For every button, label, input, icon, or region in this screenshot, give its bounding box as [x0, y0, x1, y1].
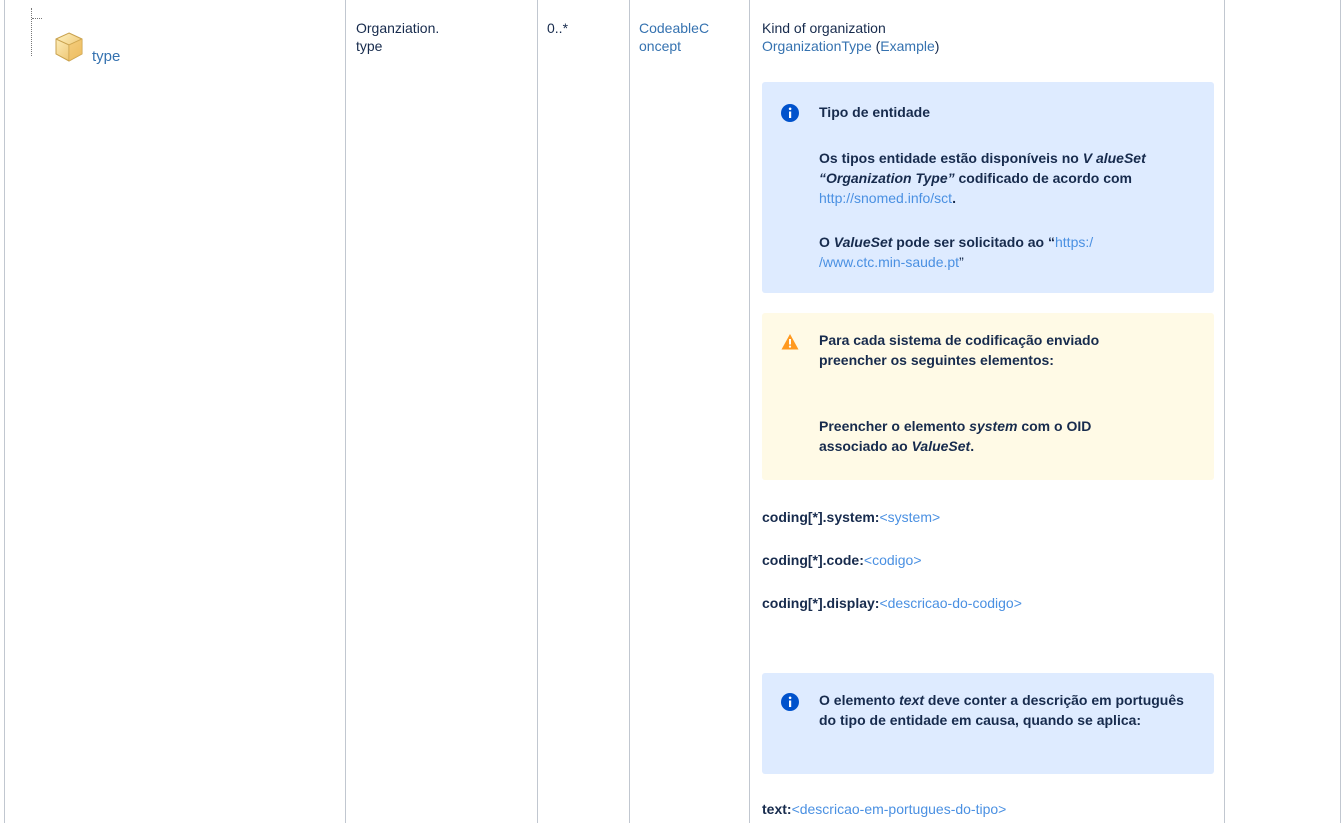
text-element-line: text:<descricao-em-portugues-do-tipo>: [762, 801, 1006, 817]
italic-span: system: [969, 418, 1018, 434]
column-divider: [345, 0, 346, 823]
info-icon: [781, 693, 799, 711]
text-span: .: [952, 190, 956, 206]
column-divider: [1340, 0, 1341, 823]
italic-span: ValueSet: [833, 234, 893, 250]
info-panel-tipo-entidade: Tipo de entidade Os tipos entidade estão…: [762, 82, 1214, 293]
code-key: coding[*].system:: [762, 509, 880, 525]
description-title: Kind of organization: [762, 20, 886, 36]
tree-connector-vertical: [31, 8, 32, 56]
element-cube-icon: [55, 32, 83, 62]
text-span: O: [819, 234, 834, 250]
info-panel-text-paragraph: O elemento text deve conter a descrição …: [819, 690, 1199, 730]
table-row: type Organziation. type 0..* CodeableC o…: [0, 0, 1344, 823]
text-span: O elemento: [819, 692, 900, 708]
code-value: <descricao-em-portugues-do-tipo>: [791, 801, 1007, 817]
snomed-link[interactable]: http://snomed.info/sct: [819, 190, 952, 206]
code-key: coding[*].display:: [762, 595, 880, 611]
code-key: coding[*].code:: [762, 552, 864, 568]
text-span: Preencher o elemento: [819, 418, 970, 434]
text-span: Os tipos entidade estão disponíveis no: [819, 150, 1083, 166]
italic-span: text: [899, 692, 925, 708]
coding-code-line: coding[*].code:<codigo>: [762, 552, 922, 568]
element-path: Organziation. type: [356, 19, 439, 55]
column-divider: [537, 0, 538, 823]
text-span: .: [970, 438, 975, 454]
code-value: <system>: [879, 509, 941, 525]
column-divider: [749, 0, 750, 823]
binding-open: (: [871, 38, 881, 54]
text-span: pode ser solicitado ao “: [892, 234, 1055, 250]
info-panel-heading: Tipo de entidade: [819, 104, 930, 120]
element-name-link[interactable]: type: [92, 48, 120, 65]
info-icon: [781, 104, 799, 122]
info-panel-paragraph-2: O ValueSet pode ser solicitado ao “https…: [819, 232, 1194, 272]
info-panel-text-element: O elemento text deve conter a descrição …: [762, 673, 1214, 774]
binding-valueset-link[interactable]: OrganizationType: [762, 38, 872, 54]
path-line-2: type: [356, 38, 383, 54]
italic-span: ValueSet: [911, 438, 971, 454]
warning-icon: [781, 334, 799, 350]
datatype-line-2: oncept: [639, 38, 682, 54]
ctc-link[interactable]: https:/: [1055, 234, 1093, 250]
column-divider: [1224, 0, 1225, 823]
code-key: text:: [762, 801, 792, 817]
cardinality: 0..*: [547, 20, 569, 36]
ctc-link-continued[interactable]: /www.ctc.min-saude.pt: [819, 254, 959, 270]
path-line-1: Organziation.: [356, 20, 440, 36]
coding-display-line: coding[*].display:<descricao-do-codigo>: [762, 595, 1022, 611]
code-value: <descricao-do-codigo>: [879, 595, 1022, 611]
column-divider: [629, 0, 630, 823]
binding-strength-link[interactable]: Example: [880, 38, 934, 54]
datatype-line-1: CodeableC: [639, 20, 710, 36]
datatype-link[interactable]: CodeableC oncept: [639, 19, 709, 55]
tree-connector-horizontal: [32, 18, 42, 19]
warning-paragraph-1: Para cada sistema de codificação enviado…: [819, 332, 1100, 368]
binding-close: ): [934, 38, 940, 54]
warning-panel-codificacao: Para cada sistema de codificação enviado…: [762, 313, 1214, 480]
text-span: ”: [959, 254, 964, 270]
info-panel-paragraph-1: Os tipos entidade estão disponíveis no V…: [819, 148, 1194, 208]
code-value: <codigo>: [863, 552, 922, 568]
column-divider: [4, 0, 5, 823]
text-span: codificado de acordo com: [954, 170, 1132, 186]
coding-system-line: coding[*].system:<system>: [762, 509, 940, 525]
warning-paragraph-2: Preencher o elemento system com o OID as…: [819, 416, 1144, 456]
binding-line: OrganizationType (Example): [762, 37, 939, 55]
